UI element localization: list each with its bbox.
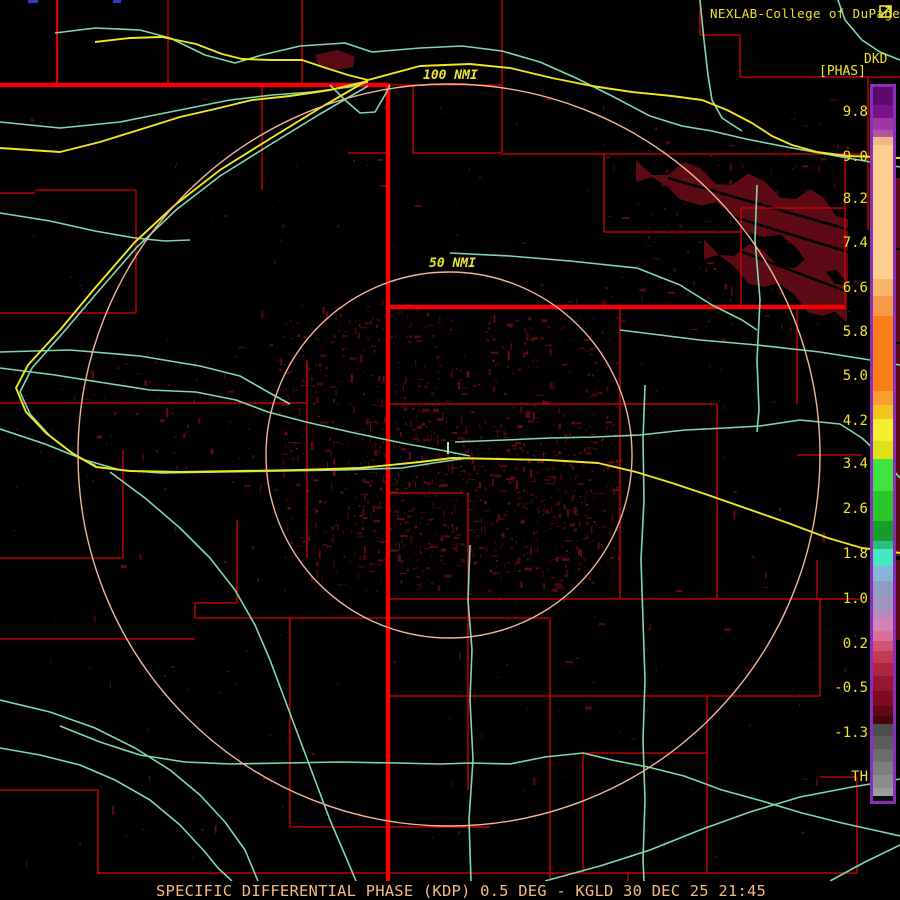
color-scale-segment <box>873 611 893 619</box>
scale-tick-label: 5.0 <box>842 368 868 384</box>
scale-tick-label: 5.8 <box>842 324 868 340</box>
color-scale-segment <box>873 581 893 596</box>
color-scale-segment <box>873 596 893 611</box>
range-ring-label-50: 50 NMI <box>429 256 476 271</box>
scale-tick-label: 0.2 <box>842 636 868 652</box>
scale-tick-label: 1.0 <box>842 591 868 607</box>
color-scale-segment <box>873 706 893 716</box>
radar-map <box>0 0 900 900</box>
radar-viewer: NEXLAB-College of DuPage DKD [PHAS] 100 … <box>0 0 900 900</box>
status-text: SPECIFIC DIFFERENTIAL PHASE (KDP) 0.5 DE… <box>156 882 767 900</box>
color-scale-segment <box>873 716 893 724</box>
scale-tick-label: TH <box>851 769 868 785</box>
scale-tick-label: 8.2 <box>842 191 868 207</box>
color-scale <box>870 84 896 804</box>
color-scale-segment <box>873 391 893 405</box>
scale-tick-label: 3.4 <box>842 456 868 472</box>
color-scale-segment <box>873 724 893 736</box>
scale-tick-label: -0.5 <box>834 680 868 696</box>
color-scale-segment <box>873 631 893 641</box>
scale-tick-label: 2.6 <box>842 501 868 517</box>
cod-logo-icon <box>879 5 892 18</box>
color-scale-segment <box>873 566 893 581</box>
color-scale-segment <box>873 762 893 775</box>
color-scale-segment <box>873 316 893 391</box>
color-scale-segment <box>873 736 893 749</box>
color-scale-segment <box>873 405 893 419</box>
color-scale-segment <box>873 137 893 145</box>
color-scale-segment <box>873 749 893 762</box>
scale-tick-label: 9.0 <box>842 149 868 165</box>
color-scale-segment <box>873 105 893 118</box>
units-label: [PHAS] <box>819 64 866 79</box>
color-scale-segment <box>873 663 893 676</box>
scale-tick-label: -1.3 <box>834 725 868 741</box>
color-scale-segment <box>873 279 893 296</box>
page-title: NEXLAB-College of DuPage <box>710 6 900 21</box>
color-scale-segment <box>873 691 893 706</box>
color-scale-segment <box>873 641 893 651</box>
color-scale-segment <box>873 521 893 541</box>
color-scale-segment <box>873 796 893 801</box>
color-scale-segment <box>873 87 893 105</box>
scale-tick-label: 4.2 <box>842 413 868 429</box>
color-scale-segment <box>873 676 893 691</box>
color-scale-segment <box>873 441 893 459</box>
product-code-label: DKD <box>864 52 888 67</box>
color-scale-segment <box>873 549 893 566</box>
color-scale-segment <box>873 541 893 549</box>
color-scale-segment <box>873 775 893 788</box>
status-bar: SPECIFIC DIFFERENTIAL PHASE (KDP) 0.5 DE… <box>0 881 900 900</box>
color-scale-segment <box>873 651 893 663</box>
scale-tick-label: 6.6 <box>842 280 868 296</box>
color-scale-segment <box>873 130 893 137</box>
color-scale-segment <box>873 145 893 279</box>
scale-tick-label: 1.8 <box>842 546 868 562</box>
scale-tick-label: 9.8 <box>842 104 868 120</box>
color-scale-segment <box>873 296 893 316</box>
scale-tick-label: 7.4 <box>842 235 868 251</box>
color-scale-segment <box>873 419 893 441</box>
color-scale-segment <box>873 491 893 521</box>
color-scale-segment <box>873 118 893 130</box>
color-scale-segment <box>873 459 893 491</box>
color-scale-segment <box>873 619 893 631</box>
color-scale-segment <box>873 788 893 796</box>
range-ring-label-100: 100 NMI <box>423 68 478 83</box>
